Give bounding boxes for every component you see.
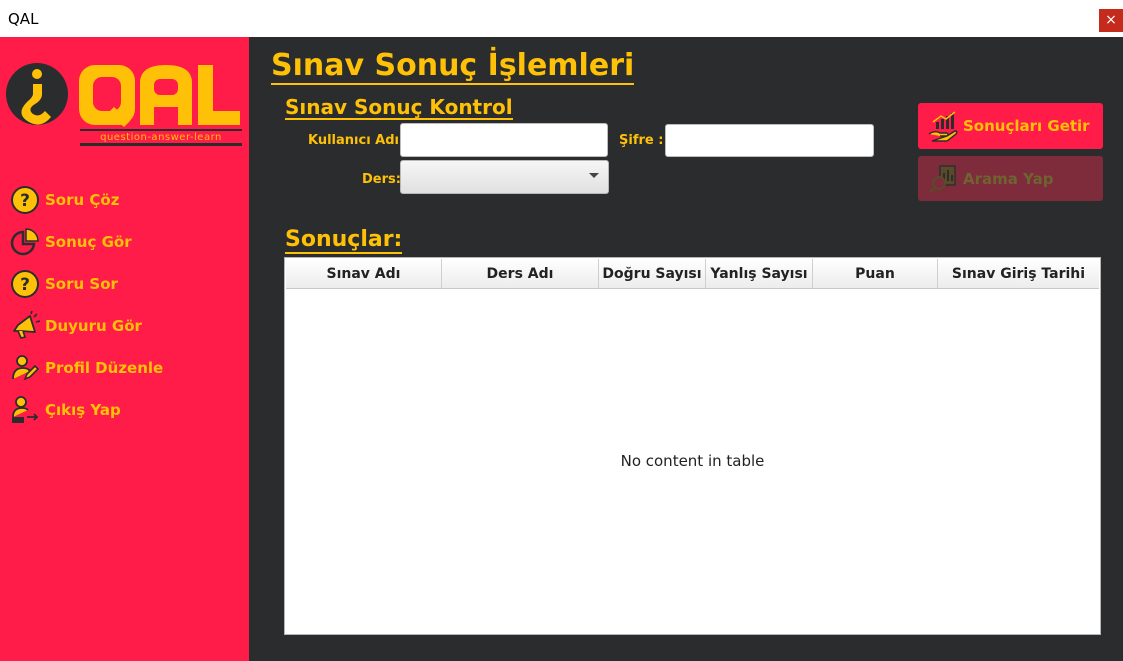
password-input[interactable] [665, 124, 874, 157]
get-results-label: Sonuçları Getir [963, 117, 1090, 135]
sidebar-item-profil-duzenle[interactable]: Profil Düzenle [9, 353, 163, 383]
column-header[interactable]: Yanlış Sayısı [706, 259, 813, 288]
svg-text:?: ? [20, 191, 30, 211]
search-label: Arama Yap [963, 169, 1054, 188]
megaphone-icon [9, 311, 41, 341]
sidebar-item-soru-sor[interactable]: ? Soru Sor [9, 269, 118, 299]
search-document-icon [926, 162, 960, 196]
search-button[interactable]: Arama Yap [918, 156, 1103, 201]
course-label: Ders: [362, 172, 401, 187]
sidebar-item-label: Sonuç Gör [45, 233, 132, 251]
sidebar-item-label: Soru Çöz [45, 191, 120, 209]
question-circle-icon: ? [9, 185, 41, 215]
username-input[interactable] [400, 123, 608, 157]
svg-text:?: ? [20, 275, 30, 295]
sidebar-item-sonuc-gor[interactable]: Sonuç Gör [9, 227, 132, 257]
course-select[interactable] [400, 160, 609, 194]
get-results-button[interactable]: Sonuçları Getir [918, 103, 1103, 149]
column-header[interactable]: Puan [813, 259, 938, 288]
sidebar-item-duyuru-gor[interactable]: Duyuru Gör [9, 311, 142, 341]
sidebar-item-soru-coz[interactable]: ? Soru Çöz [9, 185, 119, 215]
sidebar-item-cikis-yap[interactable]: Çıkış Yap [9, 395, 121, 425]
empty-table-message: No content in table [620, 452, 765, 470]
page-title: Sınav Sonuç İşlemleri [271, 48, 635, 85]
main-panel: Sınav Sonuç İşlemleri Sınav Sonuç Kontro… [249, 37, 1123, 661]
pie-chart-icon [9, 227, 41, 257]
user-logout-icon [9, 395, 41, 425]
results-table[interactable]: Sınav Adı Ders Adı Doğru Sayısı Yanlış S… [284, 257, 1101, 635]
column-header[interactable]: Sınav Adı [286, 259, 442, 288]
app-logo: question-answer-learn [6, 57, 246, 167]
close-button[interactable]: × [1099, 9, 1123, 32]
table-header: Sınav Adı Ders Adı Doğru Sayısı Yanlış S… [286, 259, 1099, 289]
section-title: Sınav Sonuç Kontrol [285, 95, 513, 120]
user-edit-icon [9, 353, 41, 383]
column-header[interactable]: Doğru Sayısı [599, 259, 706, 288]
window-title: QAL [8, 10, 39, 28]
column-header[interactable]: Sınav Giriş Tarihi [938, 259, 1099, 288]
sidebar-item-label: Çıkış Yap [45, 401, 121, 419]
sidebar-item-label: Profil Düzenle [45, 359, 164, 377]
sidebar-item-label: Soru Sor [45, 275, 118, 293]
logo-tagline: question-answer-learn [100, 132, 222, 143]
question-circle-icon: ? [9, 269, 41, 299]
sidebar: question-answer-learn ? Soru Çöz Sonuç G… [0, 37, 249, 661]
username-label: Kullanıcı Adı: [308, 133, 405, 148]
results-title: Sonuçlar: [285, 227, 403, 254]
sidebar-item-label: Duyuru Gör [45, 317, 142, 335]
password-label: Şifre : [619, 133, 664, 148]
column-header[interactable]: Ders Adı [442, 259, 599, 288]
window-titlebar: QAL × [0, 0, 1123, 37]
chart-hand-icon [926, 109, 960, 143]
chevron-down-icon [589, 173, 599, 178]
